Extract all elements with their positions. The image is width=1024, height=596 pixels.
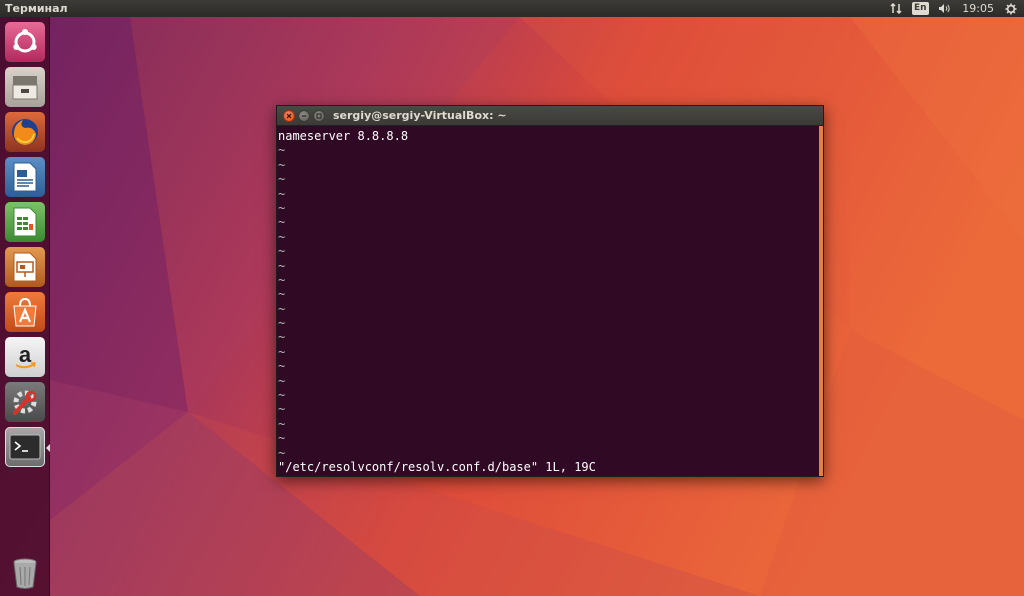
close-button[interactable] — [283, 110, 295, 122]
top-panel: Терминал En 19:05 — [0, 0, 1024, 17]
vim-empty-line: ~ — [278, 445, 286, 460]
impress-presentation-icon — [13, 252, 37, 282]
terminal-title: sergiy@sergiy-VirtualBox: ~ — [333, 109, 507, 122]
active-app-indicator — [46, 444, 50, 452]
terminal-body[interactable]: nameserver 8.8.8.8 ~ ~ ~ ~ ~ ~ ~ ~ ~ ~ ~ ~ ~ ~ ~ ~ ~ ~ ~ ~ ~ ~… — [277, 126, 823, 476]
maximize-button[interactable] — [313, 110, 325, 122]
vim-empty-line: ~ — [278, 287, 286, 302]
vim-empty-line: ~ — [278, 157, 286, 172]
launcher-item-dash[interactable] — [5, 22, 45, 62]
vim-empty-line: ~ — [278, 200, 286, 215]
vim-empty-line: ~ — [278, 172, 286, 187]
writer-document-icon — [13, 162, 37, 192]
clock[interactable]: 19:05 — [962, 2, 994, 15]
launcher: a — [0, 17, 50, 596]
launcher-item-trash[interactable] — [5, 553, 45, 593]
minimize-button[interactable] — [298, 110, 310, 122]
vim-empty-line: ~ — [278, 244, 286, 259]
minimize-icon — [302, 115, 306, 117]
vim-empty-line: ~ — [278, 359, 286, 374]
active-app-title[interactable]: Терминал — [5, 1, 68, 16]
indicator-area: En 19:05 — [885, 0, 1024, 17]
launcher-item-impress[interactable] — [5, 247, 45, 287]
vim-empty-line: ~ — [278, 402, 286, 417]
settings-wrench-icon — [13, 390, 37, 415]
keyboard-layout-indicator[interactable]: En — [910, 0, 930, 17]
ubuntu-logo-icon — [13, 29, 37, 53]
vim-empty-line: ~ — [278, 416, 286, 431]
vim-empty-line: ~ — [278, 344, 286, 359]
terminal-lines: nameserver 8.8.8.8 ~ ~ ~ ~ ~ ~ ~ ~ ~ ~ ~ ~ ~ ~ ~ ~ ~ ~ ~ ~ ~ ~ — [278, 129, 823, 460]
trash-icon — [13, 558, 37, 589]
terminal-icon — [9, 434, 41, 460]
vim-empty-line: ~ — [278, 143, 286, 158]
terminal-titlebar[interactable]: sergiy@sergiy-VirtualBox: ~ — [277, 106, 823, 126]
settings-gear-icon[interactable] — [1000, 0, 1022, 17]
vim-status-line: "/etc/resolvconf/resolv.conf.d/base" 1L,… — [278, 460, 596, 474]
launcher-item-terminal[interactable] — [5, 427, 45, 467]
launcher-item-firefox[interactable] — [5, 112, 45, 152]
svg-text:a: a — [19, 342, 32, 367]
vim-empty-line: ~ — [278, 431, 286, 446]
launcher-item-calc[interactable] — [5, 202, 45, 242]
vim-empty-line: ~ — [278, 258, 286, 273]
launcher-item-files[interactable] — [5, 67, 45, 107]
vim-empty-line: ~ — [278, 330, 286, 345]
vim-empty-line: ~ — [278, 388, 286, 403]
vim-empty-line: ~ — [278, 373, 286, 388]
close-icon — [286, 113, 292, 119]
vim-empty-line: ~ — [278, 215, 286, 230]
vim-empty-line: ~ — [278, 301, 286, 316]
vim-empty-line: ~ — [278, 186, 286, 201]
terminal-text-line: nameserver 8.8.8.8 — [278, 129, 409, 143]
vim-empty-line: ~ — [278, 272, 286, 287]
terminal-window[interactable]: sergiy@sergiy-VirtualBox: ~ nameserver 8… — [276, 105, 824, 477]
vim-empty-line: ~ — [278, 229, 286, 244]
calc-spreadsheet-icon — [13, 207, 37, 237]
launcher-item-system-settings[interactable] — [5, 382, 45, 422]
launcher-item-writer[interactable] — [5, 157, 45, 197]
firefox-icon — [12, 119, 38, 145]
amazon-icon: a — [15, 342, 36, 369]
file-cabinet-icon — [12, 76, 38, 100]
software-bag-icon — [13, 297, 37, 327]
volume-icon[interactable] — [934, 0, 956, 17]
terminal-scrollbar[interactable] — [819, 126, 823, 476]
network-icon[interactable] — [885, 0, 907, 17]
vim-empty-line: ~ — [278, 316, 286, 331]
launcher-item-software[interactable] — [5, 292, 45, 332]
maximize-icon — [316, 113, 322, 119]
keyboard-layout-label: En — [912, 2, 929, 15]
launcher-item-amazon[interactable]: a — [5, 337, 45, 377]
